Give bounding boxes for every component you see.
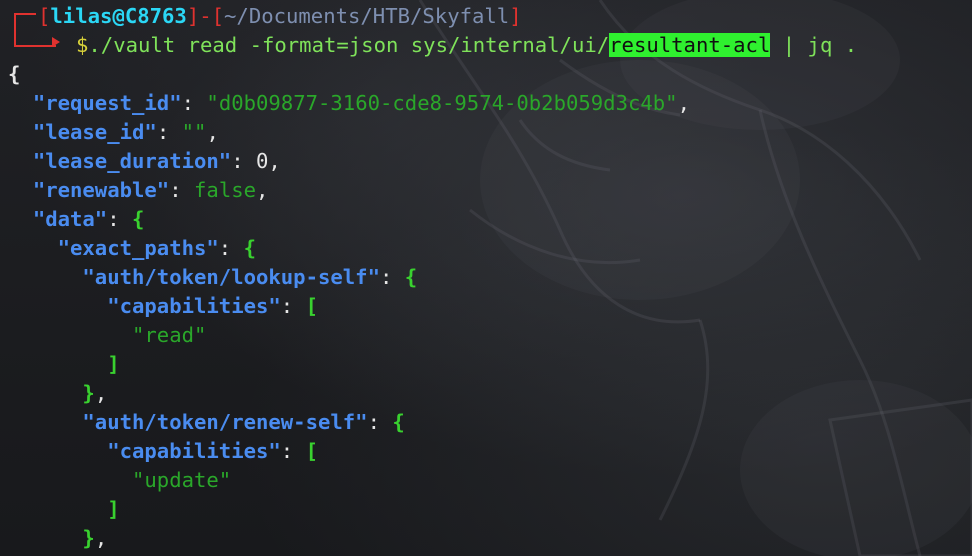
json-value: "d0b09877-3160-cde8-9574-0b2b059d3c4b": [206, 91, 678, 115]
command-line[interactable]: $./vault read -format=json sys/internal/…: [76, 31, 857, 60]
json-key: "lease_id": [32, 120, 157, 144]
json-line-exact-paths: "exact_paths": {: [57, 236, 257, 260]
terminal-output: [lilas@C8763]-[~/Documents/HTB/Skyfall] …: [0, 0, 972, 556]
prompt-corner-bottom: [14, 29, 56, 47]
prompt-user: lilas: [50, 4, 113, 28]
json-close-brace: },: [82, 526, 108, 550]
command-text: ./vault read -format=json sys/internal/u…: [88, 33, 610, 57]
json-key: "renewable": [32, 178, 170, 202]
json-key: "capabilities": [107, 439, 281, 463]
json-key: "request_id": [32, 91, 182, 115]
json-line-cap-update: "update": [8, 466, 231, 495]
json-line-data: "data": {: [32, 207, 145, 231]
json-value: "": [181, 120, 207, 144]
json-key: "capabilities": [107, 294, 281, 318]
json-line-request-id: "request_id": "d0b09877-3160-cde8-9574-0…: [32, 91, 690, 115]
command-pipe: | jq .: [770, 33, 858, 57]
prompt-header: [lilas@C8763]-[~/Documents/HTB/Skyfall]: [38, 4, 522, 28]
json-value: "update": [132, 468, 232, 492]
json-close-bracket: ]: [107, 352, 120, 376]
json-key: "auth/token/renew-self": [82, 410, 368, 434]
json-close-brace: },: [82, 381, 108, 405]
terminal-window[interactable]: [lilas@C8763]-[~/Documents/HTB/Skyfall] …: [0, 0, 972, 556]
json-key: "auth/token/lookup-self": [82, 265, 380, 289]
json-key: "lease_duration": [32, 149, 232, 173]
json-line-path-renew-self: "auth/token/renew-self": {: [82, 410, 405, 434]
json-line-capabilities: "capabilities": [: [107, 294, 319, 318]
json-value: false: [194, 178, 257, 202]
json-line-path-lookup-self: "auth/token/lookup-self": {: [82, 265, 418, 289]
json-open-brace: {: [8, 62, 21, 86]
prompt-arrow-icon: [52, 37, 60, 47]
command-highlight: resultant-acl: [609, 33, 771, 57]
json-line-lease-duration: "lease_duration": 0,: [32, 149, 281, 173]
json-key: "data": [32, 207, 108, 231]
json-line-lease-id: "lease_id": "",: [32, 120, 219, 144]
json-line-renewable: "renewable": false,: [32, 178, 269, 202]
prompt-at: @: [112, 4, 125, 28]
json-line-cap-read: "read": [8, 321, 206, 350]
prompt-host: C8763: [124, 4, 187, 28]
json-line-capabilities: "capabilities": [: [107, 439, 319, 463]
json-close-bracket: ]: [107, 497, 120, 521]
json-value: 0: [256, 149, 269, 173]
json-value: "read": [132, 323, 207, 347]
prompt-path: ~/Documents/HTB/Skyfall: [224, 4, 510, 28]
prompt-symbol: $: [76, 33, 89, 57]
json-key: "exact_paths": [57, 236, 219, 260]
